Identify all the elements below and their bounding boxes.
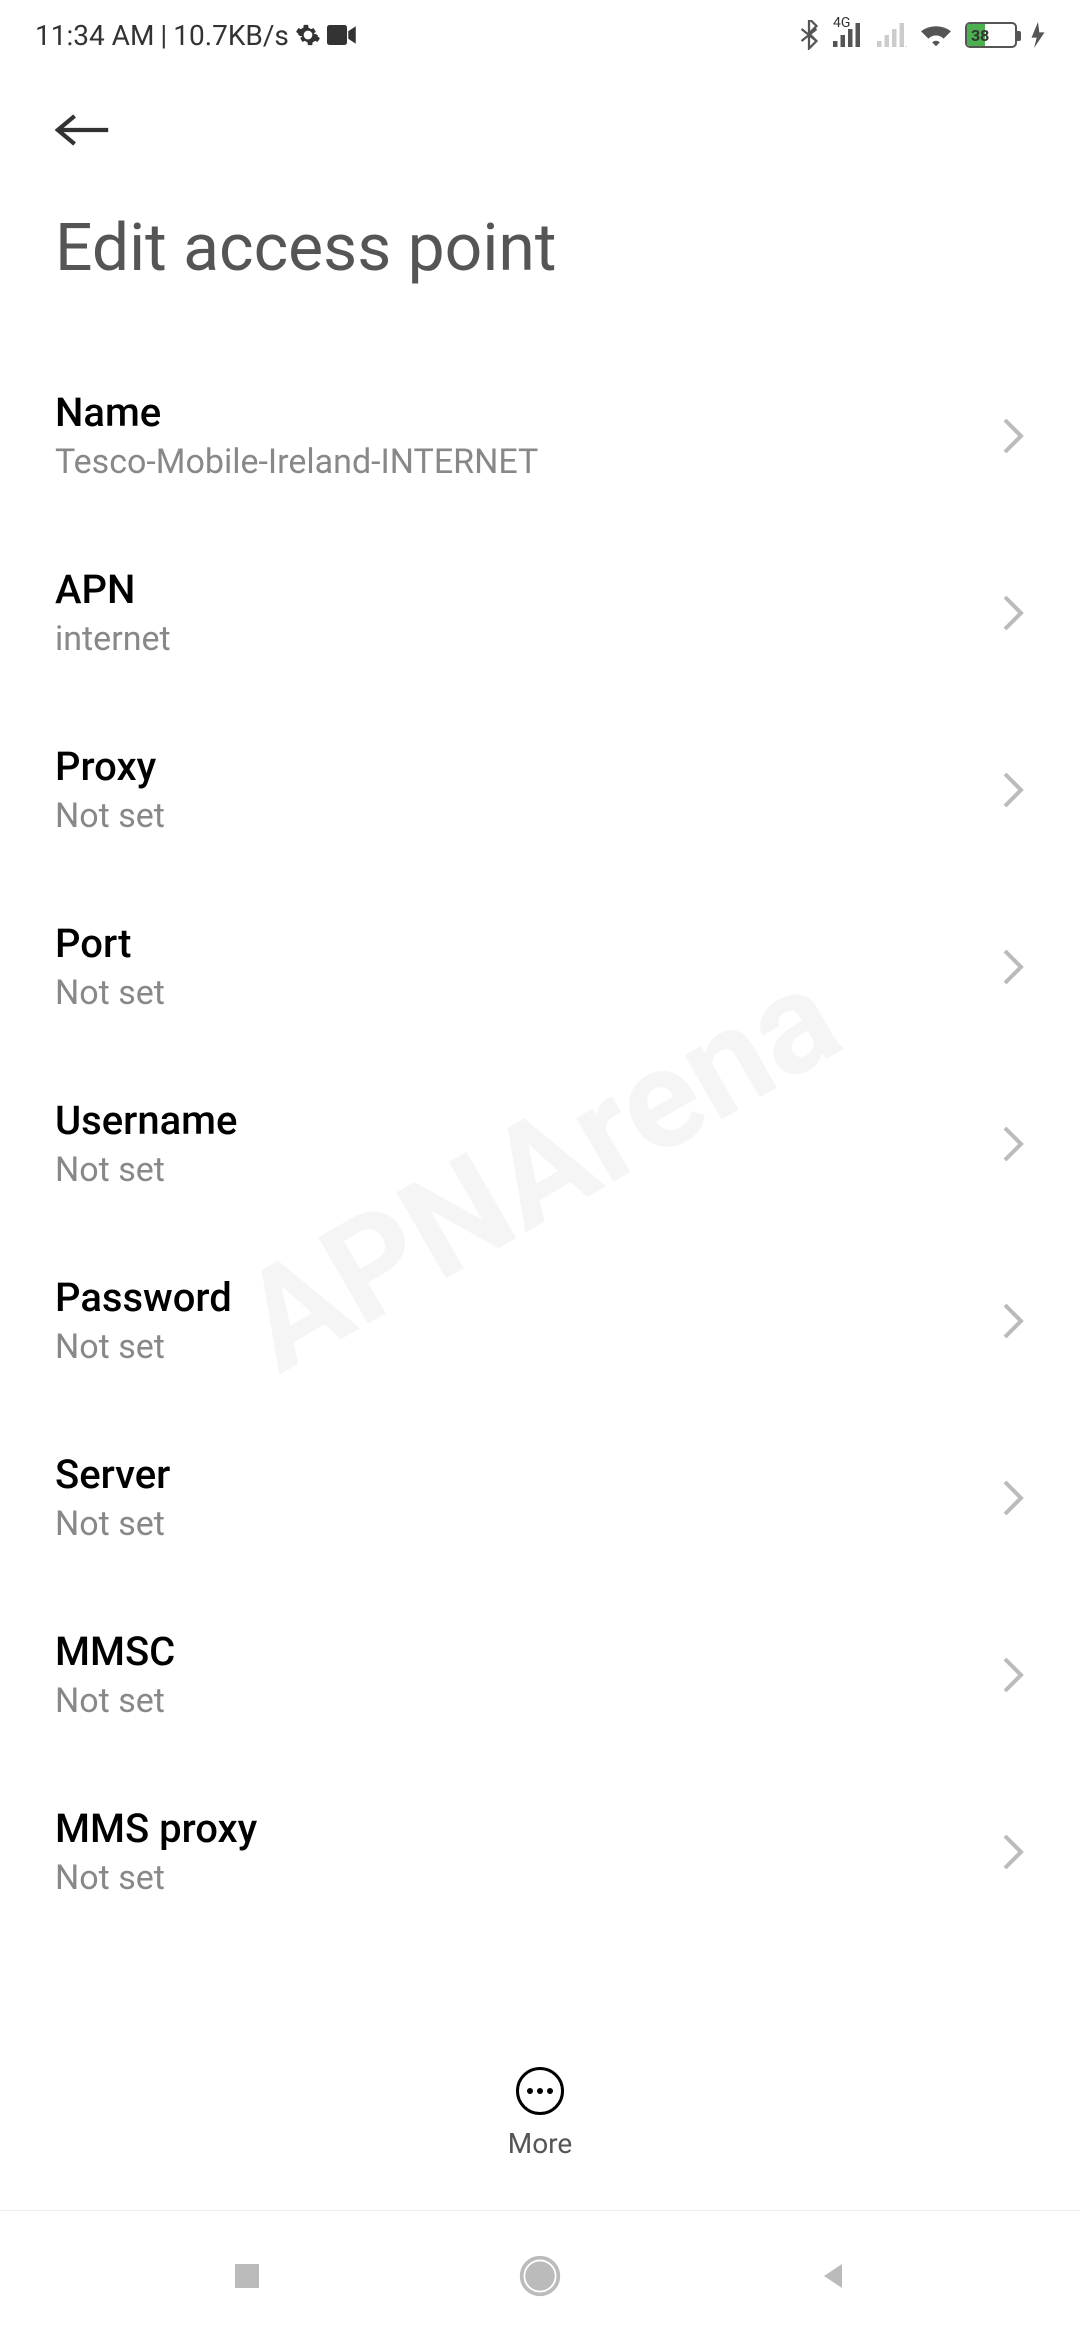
camera-icon (327, 24, 357, 46)
setting-label: MMS proxy (55, 1805, 1001, 1852)
nav-recent-button[interactable] (222, 2251, 272, 2301)
battery-icon: 38 (965, 22, 1017, 48)
navigation-bar (0, 2210, 1080, 2340)
chevron-right-icon (1001, 1655, 1025, 1695)
more-label: More (508, 2127, 573, 2160)
back-button[interactable] (55, 100, 115, 160)
setting-port[interactable]: Port Not set (55, 878, 1025, 1055)
chevron-right-icon (1001, 1832, 1025, 1872)
signal-4g-icon: 4G (833, 23, 863, 47)
setting-mms-proxy[interactable]: MMS proxy Not set (55, 1763, 1025, 1940)
chevron-right-icon (1001, 947, 1025, 987)
wifi-icon (921, 23, 951, 47)
setting-value: Not set (55, 1150, 1001, 1190)
charging-icon (1031, 22, 1045, 48)
dot-icon (537, 2088, 543, 2094)
setting-username[interactable]: Username Not set (55, 1055, 1025, 1232)
setting-label: Name (55, 389, 1001, 436)
triangle-left-icon (815, 2258, 851, 2294)
setting-apn[interactable]: APN internet (55, 524, 1025, 701)
setting-label: Password (55, 1274, 1001, 1321)
status-right: 4G × 38 (799, 20, 1045, 50)
status-separator: | (160, 19, 167, 52)
dot-icon (527, 2088, 533, 2094)
svg-text:×: × (901, 42, 907, 47)
setting-mmsc[interactable]: MMSC Not set (55, 1586, 1025, 1763)
chevron-right-icon (1001, 1478, 1025, 1518)
dot-icon (547, 2088, 553, 2094)
chevron-right-icon (1001, 1124, 1025, 1164)
page-title: Edit access point (0, 160, 1080, 347)
setting-value: Not set (55, 796, 1001, 836)
setting-label: Username (55, 1097, 1001, 1144)
square-icon (229, 2258, 265, 2294)
chevron-right-icon (1001, 1301, 1025, 1341)
setting-server[interactable]: Server Not set (55, 1409, 1025, 1586)
status-bar: 11:34 AM | 10.7KB/s 4G × 38 (0, 0, 1080, 70)
setting-value: Not set (55, 1504, 1001, 1544)
arrow-left-icon (55, 110, 111, 150)
chevron-right-icon (1001, 593, 1025, 633)
bottom-action-bar: More (0, 2052, 1080, 2175)
setting-value: Tesco-Mobile-Ireland-INTERNET (55, 442, 1001, 482)
setting-label: Server (55, 1451, 1001, 1498)
setting-value: Not set (55, 1858, 1001, 1898)
setting-value: internet (55, 619, 1001, 659)
setting-label: APN (55, 566, 1001, 613)
setting-value: Not set (55, 1327, 1001, 1367)
battery-percent: 38 (971, 26, 989, 45)
chevron-right-icon (1001, 416, 1025, 456)
nav-home-button[interactable] (515, 2251, 565, 2301)
status-left: 11:34 AM | 10.7KB/s (35, 19, 357, 52)
setting-label: Port (55, 920, 1001, 967)
more-button[interactable] (516, 2067, 564, 2115)
setting-password[interactable]: Password Not set (55, 1232, 1025, 1409)
bluetooth-icon (799, 20, 819, 50)
setting-value: Not set (55, 973, 1001, 1013)
signal-empty-icon: × (877, 23, 907, 47)
settings-list: Name Tesco-Mobile-Ireland-INTERNET APN i… (0, 347, 1080, 1940)
circle-icon (518, 2254, 562, 2298)
header (0, 70, 1080, 160)
chevron-right-icon (1001, 770, 1025, 810)
nav-back-button[interactable] (808, 2251, 858, 2301)
setting-value: Not set (55, 1681, 1001, 1721)
status-data-rate: 10.7KB/s (173, 19, 289, 52)
gear-icon (295, 22, 321, 48)
setting-label: Proxy (55, 743, 1001, 790)
status-time: 11:34 AM (35, 19, 154, 52)
setting-name[interactable]: Name Tesco-Mobile-Ireland-INTERNET (55, 347, 1025, 524)
setting-label: MMSC (55, 1628, 1001, 1675)
setting-proxy[interactable]: Proxy Not set (55, 701, 1025, 878)
